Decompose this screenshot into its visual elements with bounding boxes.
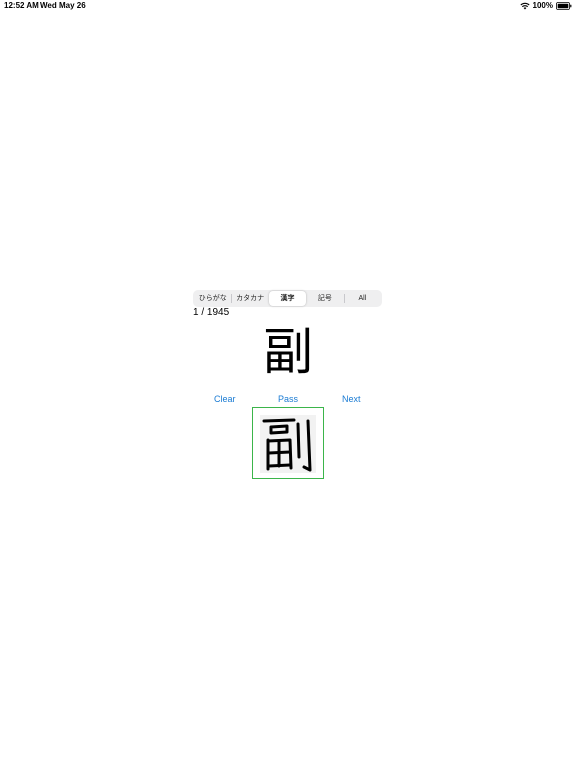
status-time: 12:52 AM	[4, 1, 39, 10]
progress-counter: 1 / 1945	[193, 307, 230, 318]
script-segmented-control[interactable]: ひらがな カタカナ 漢字 記号 All	[193, 290, 382, 307]
action-bar: Clear Pass Next	[0, 393, 576, 405]
status-date: Wed May 26	[40, 1, 86, 10]
segment-katakana[interactable]: カタカナ	[231, 291, 268, 306]
target-character: 副	[263, 323, 313, 381]
handwritten-strokes	[262, 418, 312, 472]
wifi-icon	[519, 2, 530, 10]
screen: 12:52 AM Wed May 26 100% ひらがな カタカナ 漢字 記号…	[0, 0, 576, 768]
segment-symbols[interactable]: 記号	[306, 291, 343, 306]
battery-percent: 100%	[532, 1, 553, 10]
status-bar: 12:52 AM Wed May 26 100%	[0, 0, 576, 14]
pass-button[interactable]: Pass	[278, 393, 298, 405]
segment-kanji[interactable]: 漢字	[268, 291, 307, 306]
segment-hiragana[interactable]: ひらがな	[194, 291, 231, 306]
drawing-pad[interactable]	[252, 407, 324, 479]
status-indicators: 100%	[519, 0, 572, 12]
battery-icon	[556, 2, 572, 10]
segment-all[interactable]: All	[343, 291, 381, 306]
next-button[interactable]: Next	[342, 393, 361, 405]
drawing-canvas[interactable]	[260, 415, 316, 473]
clear-button[interactable]: Clear	[214, 393, 236, 405]
